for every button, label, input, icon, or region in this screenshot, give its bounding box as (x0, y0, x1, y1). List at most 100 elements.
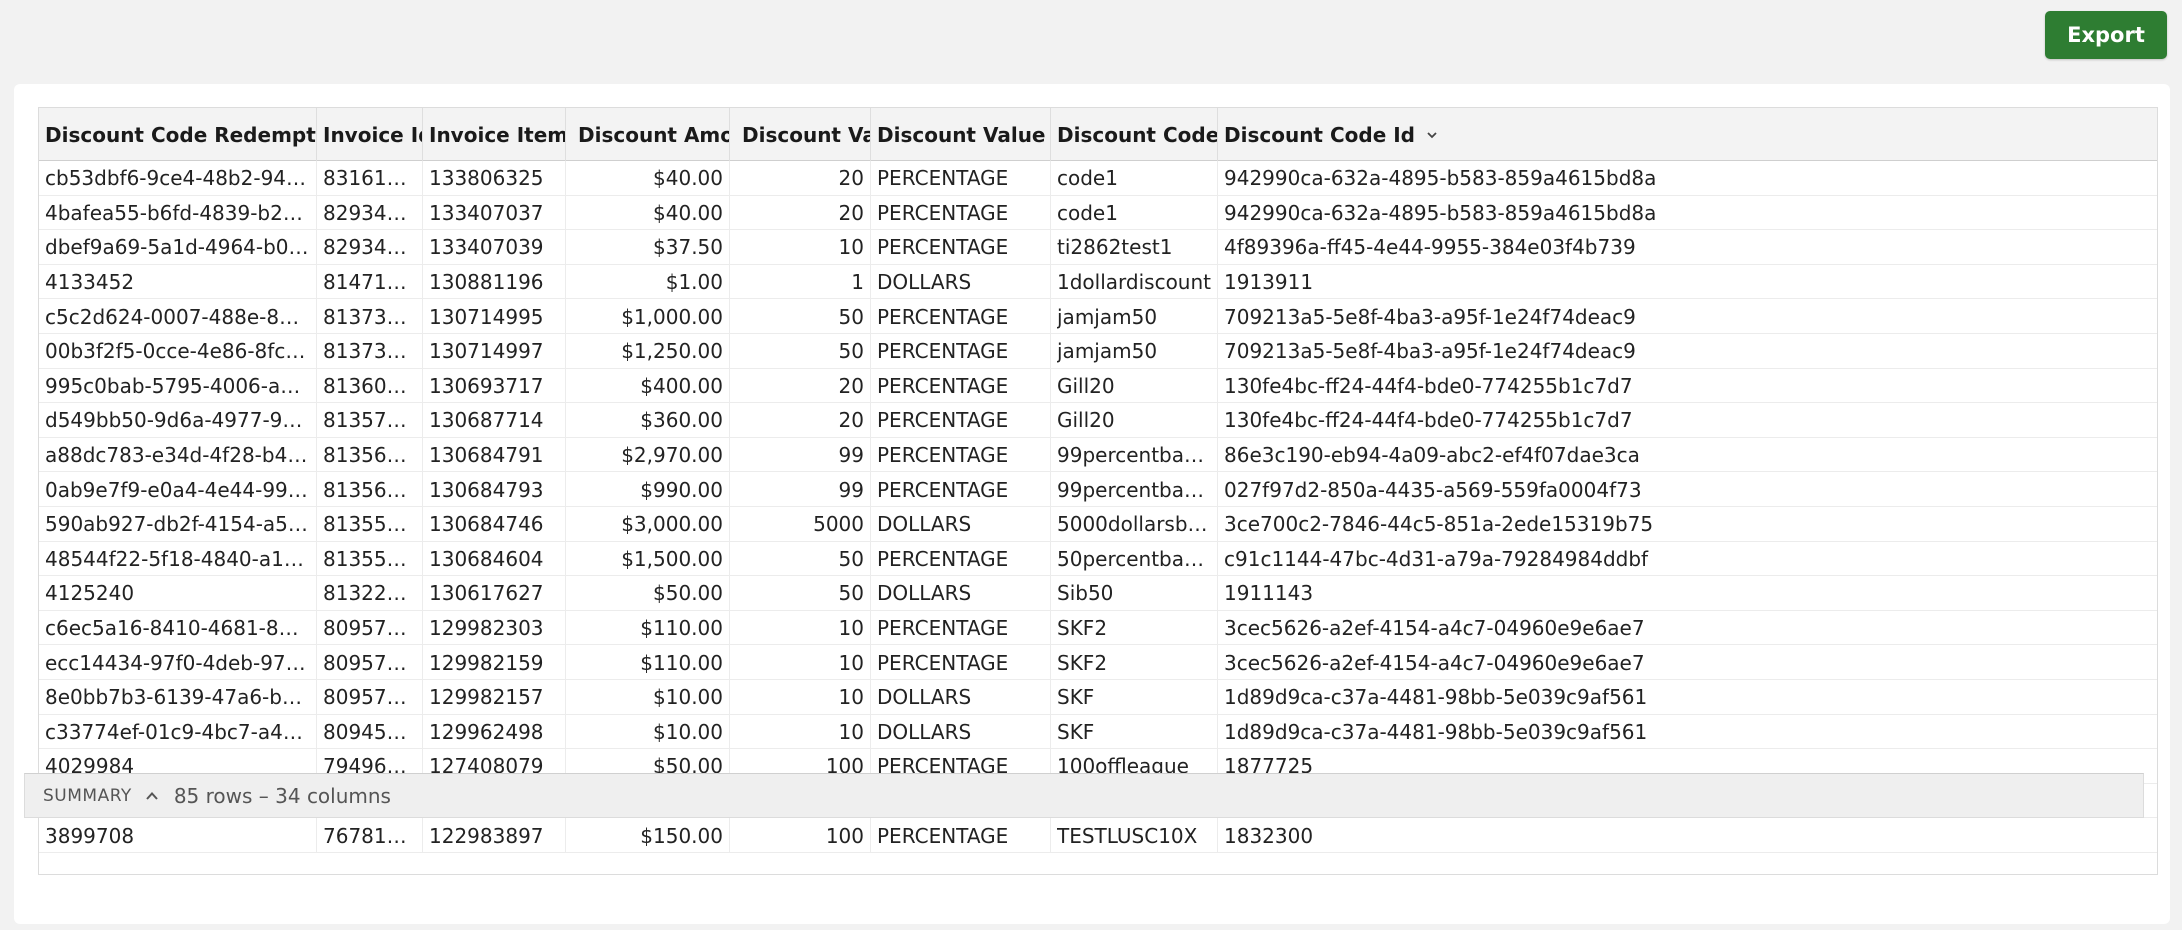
table-cell[interactable]: 50percentbasketball (1051, 541, 1218, 577)
table-cell[interactable]: $360.00 (566, 403, 730, 438)
table-cell[interactable]: c33774ef-01c9-4bc7-a495-cfd19f48... (39, 714, 317, 750)
table-cell[interactable]: 81356019 (317, 437, 423, 473)
table-cell[interactable]: SKF2 (1051, 645, 1218, 680)
table-cell[interactable]: 590ab927-db2f-4154-a5af-61ed74b... (39, 507, 317, 542)
column-header[interactable]: Discount Code Id (1218, 108, 2157, 161)
table-cell[interactable]: PERCENTAGE (871, 472, 1051, 507)
table-cell[interactable]: 99percentbadminton (1051, 472, 1218, 507)
table-cell[interactable]: DOLLARS (871, 680, 1051, 715)
table-cell[interactable]: 80957894 (317, 610, 423, 646)
table-cell[interactable]: jamjam50 (1051, 334, 1218, 369)
table-cell[interactable]: SKF (1051, 714, 1218, 750)
table-cell[interactable]: 81355909 (317, 541, 423, 577)
table-cell[interactable]: dbef9a69-5a1d-4964-b021-32b683... (39, 230, 317, 265)
summary-bar[interactable]: SUMMARY 85 rows – 34 columns (24, 773, 2144, 818)
table-cell[interactable]: $1,000.00 (566, 299, 730, 334)
table-cell[interactable]: PERCENTAGE (871, 818, 1051, 853)
table-cell[interactable]: 86e3c190-eb94-4a09-abc2-ef4f07dae3ca (1218, 438, 2157, 473)
table-cell[interactable]: 130687714 (423, 403, 566, 438)
column-header[interactable]: Discount Code (1051, 108, 1218, 161)
table-cell[interactable]: DOLLARS (871, 714, 1051, 750)
table-cell[interactable]: 81373002 (317, 334, 423, 369)
column-header[interactable]: Discount Amount (566, 108, 730, 161)
chevron-up-icon[interactable] (144, 788, 160, 804)
table-row[interactable]: dbef9a69-5a1d-4964-b021-32b683... 8293435… (39, 230, 2157, 265)
table-cell[interactable]: code1 (1051, 161, 1218, 196)
table-cell[interactable]: 130684746 (423, 507, 566, 542)
table-cell[interactable]: 130714995 (423, 299, 566, 334)
table-cell[interactable]: 129982157 (423, 680, 566, 715)
table-cell[interactable]: 81357480 (317, 403, 423, 438)
table-cell[interactable]: c5c2d624-0007-488e-825a-a74ba... (39, 299, 317, 334)
table-cell[interactable]: DOLLARS (871, 576, 1051, 611)
table-cell[interactable]: $990.00 (566, 472, 730, 507)
table-cell[interactable]: 133806325 (423, 161, 566, 196)
table-cell[interactable]: 10 (730, 714, 871, 750)
table-cell[interactable]: 81360382 (317, 368, 423, 404)
table-cell[interactable]: 3899708 (39, 818, 317, 853)
table-cell[interactable]: Gill20 (1051, 368, 1218, 404)
table-cell[interactable]: $1,500.00 (566, 541, 730, 577)
table-cell[interactable]: 1 (730, 264, 871, 300)
column-header[interactable]: Discount Value Unit (871, 108, 1051, 161)
table-cell[interactable]: ti2862test1 (1051, 230, 1218, 265)
table-row[interactable]: 4133452 81471972 130881196 $1.00 1 DOLLARS 1do… (39, 264, 2157, 300)
table-cell[interactable]: SKF (1051, 680, 1218, 715)
table-cell[interactable]: 130fe4bc-ff24-44f4-bde0-774255b1c7d7 (1218, 403, 2157, 438)
table-cell[interactable]: PERCENTAGE (871, 437, 1051, 473)
table-cell[interactable]: 1d89d9ca-c37a-4481-98bb-5e039c9af561 (1218, 715, 2157, 750)
table-cell[interactable]: 1913911 (1218, 265, 2157, 300)
table-cell[interactable]: $37.50 (566, 230, 730, 265)
table-cell[interactable]: 48544f22-5f18-4840-a1d2-a97522b... (39, 541, 317, 577)
table-cell[interactable]: 1dollardiscount (1051, 264, 1218, 300)
table-cell[interactable]: 76781672 (317, 818, 423, 853)
table-row[interactable]: c5c2d624-0007-488e-825a-a74ba... 81373001… (39, 299, 2157, 334)
table-cell[interactable]: 99 (730, 437, 871, 473)
table-cell[interactable]: 10 (730, 610, 871, 646)
table-cell[interactable]: ecc14434-97f0-4deb-9762-c1084e... (39, 645, 317, 680)
table-cell[interactable]: $110.00 (566, 610, 730, 646)
table-row[interactable]: a88dc783-e34d-4f28-b4a3-5f1e287... 813560… (39, 437, 2157, 473)
table-cell[interactable]: $1,250.00 (566, 334, 730, 369)
table-cell[interactable]: DOLLARS (871, 507, 1051, 542)
table-cell[interactable]: 4125240 (39, 576, 317, 611)
table-cell[interactable]: PERCENTAGE (871, 230, 1051, 265)
table-cell[interactable]: d549bb50-9d6a-4977-9b28-85c21... (39, 403, 317, 438)
table-cell[interactable]: jamjam50 (1051, 299, 1218, 334)
table-row[interactable]: c6ec5a16-8410-4681-84ed-4602f2e... 809578… (39, 610, 2157, 646)
table-cell[interactable]: 133407039 (423, 230, 566, 265)
table-cell[interactable]: 20 (730, 195, 871, 231)
table-cell[interactable]: 50 (730, 541, 871, 577)
table-row[interactable]: c33774ef-01c9-4bc7-a495-cfd19f48... 80945… (39, 714, 2157, 750)
table-cell[interactable]: 80957812 (317, 645, 423, 680)
table-cell[interactable]: 130684793 (423, 472, 566, 507)
table-cell[interactable]: 20 (730, 368, 871, 404)
table-cell[interactable]: 130fe4bc-ff24-44f4-bde0-774255b1c7d7 (1218, 369, 2157, 404)
table-cell[interactable]: 99 (730, 472, 871, 507)
table-cell[interactable]: 0ab9e7f9-e0a4-4e44-9913-667d01f... (39, 472, 317, 507)
table-cell[interactable]: 81355993 (317, 507, 423, 542)
table-cell[interactable]: 4bafea55-b6fd-4839-b264-8fa7d8... (39, 195, 317, 231)
table-cell[interactable]: DOLLARS (871, 264, 1051, 300)
table-cell[interactable]: 83161793 (317, 161, 423, 196)
table-row[interactable]: 4125240 81322705 130617627 $50.00 50 DOLLARS S… (39, 576, 2157, 611)
chevron-down-icon[interactable] (1425, 128, 1439, 142)
table-cell[interactable]: 129962498 (423, 714, 566, 750)
table-cell[interactable]: c91c1144-47bc-4d31-a79a-79284984ddbf (1218, 542, 2157, 577)
table-cell[interactable]: $3,000.00 (566, 507, 730, 542)
table-cell[interactable]: 3cec5626-a2ef-4154-a4c7-04960e9e6ae7 (1218, 645, 2157, 680)
column-header[interactable]: Discount Code Redemption Id (39, 108, 317, 161)
table-row[interactable]: 8e0bb7b3-6139-47a6-b7b3-caa44d... 8095781… (39, 680, 2157, 715)
table-cell[interactable]: 4f89396a-ff45-4e44-9955-384e03f4b739 (1218, 230, 2157, 265)
table-cell[interactable]: PERCENTAGE (871, 334, 1051, 369)
table-cell[interactable]: 80957811 (317, 680, 423, 715)
table-cell[interactable]: 129982303 (423, 610, 566, 646)
table-cell[interactable]: 130693717 (423, 368, 566, 404)
table-cell[interactable]: 8e0bb7b3-6139-47a6-b7b3-caa44d... (39, 680, 317, 715)
table-cell[interactable]: $40.00 (566, 195, 730, 231)
table-cell[interactable]: PERCENTAGE (871, 299, 1051, 334)
table-row[interactable]: 48544f22-5f18-4840-a1d2-a97522b... 813559… (39, 541, 2157, 577)
table-cell[interactable]: Sib50 (1051, 576, 1218, 611)
table-cell[interactable]: code1 (1051, 195, 1218, 231)
table-cell[interactable]: 20 (730, 403, 871, 438)
